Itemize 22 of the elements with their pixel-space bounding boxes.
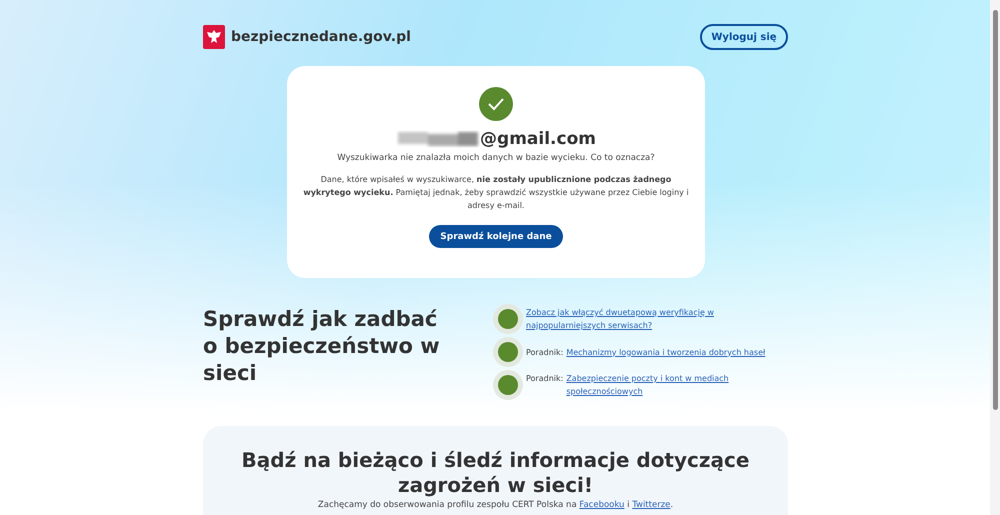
tip-link[interactable]: Mechanizmy logowania i tworzenia dobrych haseł	[566, 346, 788, 358]
logout-button[interactable]: Wyloguj się	[700, 24, 788, 50]
bullet-icon	[493, 370, 523, 400]
check-icon	[479, 87, 513, 121]
emblem-icon	[203, 25, 225, 49]
facebook-link[interactable]: Facebooku	[579, 500, 624, 510]
email-address: @gmail.com	[480, 129, 596, 149]
tip-label: Poradnik:	[526, 346, 564, 358]
tips-heading: Sprawdź jak zadbać o bezpieczeństwo w sieci	[203, 306, 441, 387]
tip-link[interactable]: Zobacz jak włączyć dwuetapową weryfikację w najpopularniejszych serwisach?	[526, 306, 788, 332]
result-explanation: Dane, które wpisałeś w wyszukiwarce, nie zostały upublicznione podczas żadnego wykrytego wycieku. Pamiętaj jednak, żeby sprawdzić wszystkie używane przez Ciebie loginy i adresy e-mail.	[302, 174, 690, 212]
scrollbar[interactable]	[990, 0, 1000, 515]
bullet-icon	[493, 304, 523, 334]
tip-link[interactable]: Zabezpieczenie poczty i kont w mediach społecznościowych	[566, 372, 788, 398]
follow-heading: Bądź na bieżąco i śledź informacje dotyczące zagrożeń w sieci!	[240, 448, 750, 498]
bullet-icon	[493, 337, 523, 367]
follow-text: Zachęcamy do obserwowania profilu zespołu CERT Polska na Facebooku i Twitterze.	[316, 500, 674, 510]
twitter-link[interactable]: Twitterze	[632, 500, 670, 510]
result-summary: Wyszukiwarka nie znalazła moich danych w bazie wycieku. Co to oznacza?	[337, 153, 655, 163]
site-name[interactable]: bezpiecznedane.gov.pl	[231, 29, 411, 45]
tip-label: Poradnik:	[526, 373, 564, 385]
check-again-button[interactable]: Sprawdź kolejne dane	[429, 225, 563, 248]
